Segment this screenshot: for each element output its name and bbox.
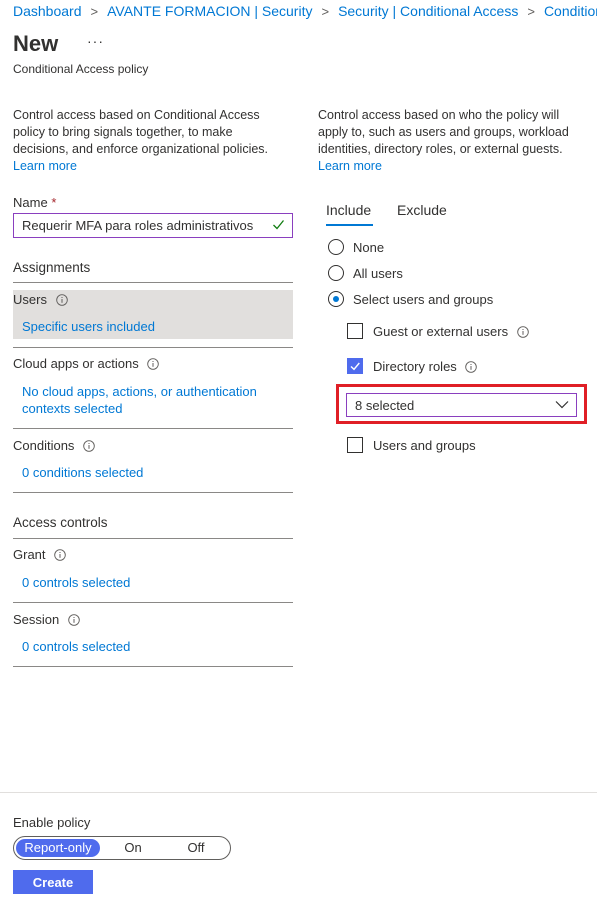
more-options-icon[interactable]: ··· (87, 33, 104, 49)
breadcrumb-conditional-access[interactable]: Security | Conditional Access (338, 3, 518, 19)
grant-label: Grant (13, 547, 66, 562)
tab-exclude[interactable]: Exclude (397, 202, 447, 218)
users-label-text: Users (13, 292, 47, 307)
page-subtitle: Conditional Access policy (13, 62, 149, 76)
guest-external-users-label: Guest or external users (373, 324, 529, 339)
required-mark: * (51, 195, 57, 210)
assignments-heading: Assignments (13, 260, 91, 275)
divider (13, 428, 293, 429)
guest-external-users-checkbox[interactable] (347, 323, 363, 339)
access-controls-heading: Access controls (13, 515, 108, 530)
divider (13, 666, 293, 667)
footer-divider (0, 792, 597, 793)
chevron-right-icon: > (527, 4, 535, 19)
info-icon (54, 549, 66, 561)
session-value-link[interactable]: 0 controls selected (22, 638, 130, 655)
info-icon (55, 294, 68, 306)
breadcrumb-avante-security[interactable]: AVANTE FORMACION | Security (107, 3, 312, 19)
radio-all-users-label: All users (353, 266, 403, 281)
guest-external-users-label-text: Guest or external users (373, 324, 509, 339)
cloud-apps-label-text: Cloud apps or actions (13, 356, 139, 371)
breadcrumb-conditional-truncated[interactable]: Conditional A (544, 3, 597, 19)
left-description-text: Control access based on Conditional Acce… (13, 108, 269, 156)
toggle-on[interactable]: On (104, 839, 162, 857)
name-label: Name * (13, 195, 56, 210)
divider (13, 602, 293, 603)
radio-select-users-groups[interactable] (328, 291, 344, 307)
tab-include[interactable]: Include (326, 202, 371, 218)
radio-selected-dot (333, 296, 339, 302)
chevron-down-icon (555, 401, 569, 409)
toggle-off[interactable]: Off (166, 839, 226, 857)
directory-roles-checkbox[interactable] (347, 358, 363, 374)
conditions-value-link[interactable]: 0 conditions selected (22, 464, 143, 481)
learn-more-link-left[interactable]: Learn more (13, 158, 288, 175)
users-and-groups-label: Users and groups (373, 438, 476, 453)
session-label-text: Session (13, 612, 60, 627)
toggle-report-only[interactable]: Report-only (16, 839, 100, 857)
users-label: Users (13, 292, 68, 307)
divider (13, 347, 293, 348)
directory-roles-label-text: Directory roles (373, 359, 457, 374)
grant-label-text: Grant (13, 547, 46, 562)
divider (13, 492, 293, 493)
info-icon (68, 614, 80, 626)
create-button[interactable]: Create (13, 870, 93, 894)
name-label-text: Name (13, 195, 48, 210)
info-icon (465, 361, 478, 373)
directory-roles-label: Directory roles (373, 359, 478, 374)
chevron-right-icon: > (90, 4, 99, 19)
enable-policy-toggle: Report-only On Off (13, 836, 231, 860)
users-and-groups-checkbox[interactable] (347, 437, 363, 453)
info-icon (83, 440, 95, 452)
conditions-label-text: Conditions (13, 438, 75, 453)
directory-roles-dropdown[interactable]: 8 selected (346, 393, 577, 417)
session-label: Session (13, 612, 80, 627)
chevron-right-icon: > (321, 4, 330, 19)
left-description: Control access based on Conditional Acce… (13, 107, 288, 175)
radio-none[interactable] (328, 239, 344, 255)
enable-policy-label: Enable policy (13, 815, 91, 830)
page-title: New (13, 31, 59, 56)
breadcrumb-dashboard[interactable]: Dashboard (13, 3, 82, 19)
right-description: Control access based on who the policy w… (318, 107, 586, 175)
info-icon (147, 358, 160, 370)
conditions-label: Conditions (13, 438, 95, 453)
cloud-apps-label: Cloud apps or actions (13, 356, 160, 371)
right-description-text: Control access based on who the policy w… (318, 108, 569, 156)
grant-value-link[interactable]: 0 controls selected (22, 574, 130, 591)
checkmark-icon (350, 362, 360, 371)
dropdown-value: 8 selected (355, 398, 415, 413)
breadcrumb: Dashboard > AVANTE FORMACION | Security > Se… (13, 3, 597, 19)
active-tab-indicator (326, 224, 373, 226)
checkmark-icon (273, 220, 285, 230)
radio-all-users[interactable] (328, 265, 344, 281)
divider (13, 282, 293, 283)
info-icon (516, 326, 529, 338)
learn-more-link-right[interactable]: Learn more (318, 158, 586, 175)
divider (13, 538, 293, 539)
radio-select-users-groups-label: Select users and groups (353, 292, 494, 307)
policy-name-input[interactable] (13, 213, 293, 238)
cloud-apps-value-link[interactable]: No cloud apps, actions, or authenticatio… (22, 383, 282, 417)
radio-none-label: None (353, 240, 385, 255)
users-value-link[interactable]: Specific users included (22, 318, 155, 335)
